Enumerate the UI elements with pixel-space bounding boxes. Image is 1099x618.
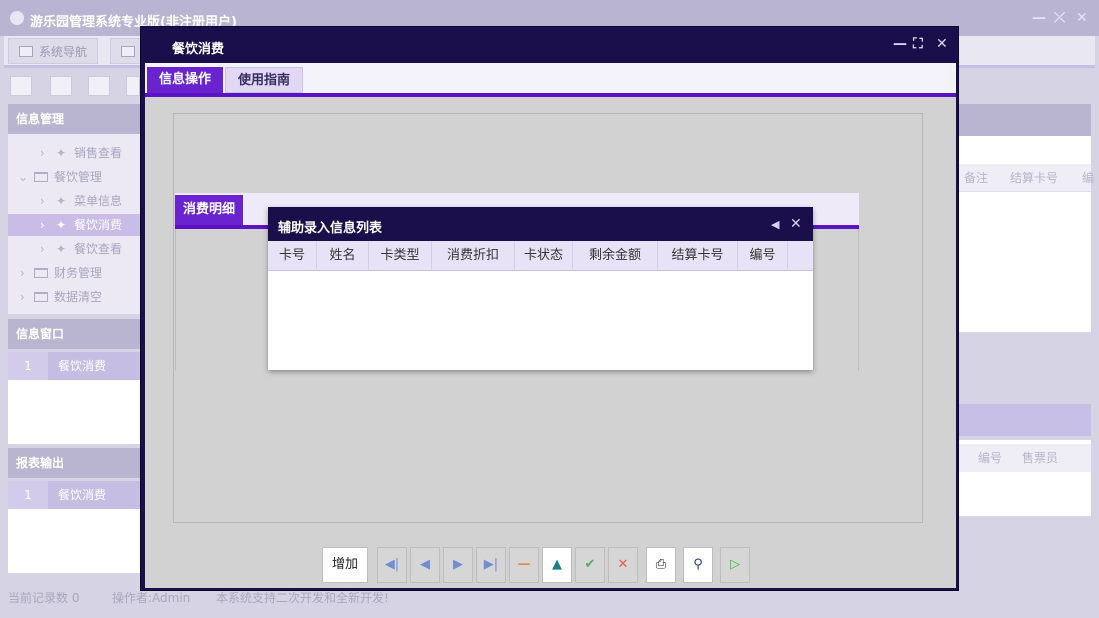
tree-item-catering-view[interactable]: › ✦ 餐饮查看 xyxy=(8,238,144,260)
list-icon[interactable] xyxy=(50,76,72,96)
minimize-icon[interactable]: — xyxy=(893,36,907,52)
column-card-status[interactable]: 卡状态 xyxy=(515,241,573,271)
folder-icon xyxy=(34,292,48,302)
tree-item-sales-view[interactable]: › ✦ 销售查看 xyxy=(8,142,144,164)
report-output-list: 1 餐饮消费 xyxy=(8,481,142,573)
run-icon[interactable]: ▷ xyxy=(720,547,750,583)
folder-icon xyxy=(34,172,48,182)
popup-titlebar: 辅助录入信息列表 ◀ ✕ xyxy=(268,207,813,241)
tab-user-guide[interactable]: 使用指南 xyxy=(225,67,304,93)
tab-info-operation[interactable]: 信息操作 xyxy=(147,67,224,93)
app-logo-icon xyxy=(10,11,24,25)
collapse-icon[interactable]: ◀ xyxy=(771,218,779,231)
tree-item-label: 财务管理 xyxy=(54,266,103,280)
tree-item-label: 餐饮消费 xyxy=(74,218,123,232)
user-icon[interactable] xyxy=(126,76,140,96)
save-icon[interactable]: ✔ xyxy=(575,547,605,583)
helper-input-list-popup: 辅助录入信息列表 ◀ ✕ 卡号 姓名 卡类型 消费折扣 卡状态 剩余金额 结算卡… xyxy=(268,207,813,370)
column-discount[interactable]: 消费折扣 xyxy=(432,241,515,271)
tree-item-catering-consumption[interactable]: › ✦ 餐饮消费 xyxy=(8,214,144,236)
row-label: 餐饮消费 xyxy=(58,488,107,502)
search-icon[interactable] xyxy=(10,76,32,96)
monitor-icon xyxy=(19,46,33,57)
row-label: 餐饮消费 xyxy=(58,359,107,373)
column-header: 编号 xyxy=(978,451,1003,465)
first-record-icon[interactable]: ◀| xyxy=(377,547,407,583)
tree-item-label: 数据清空 xyxy=(54,290,103,304)
maximize-icon[interactable]: ⛶ xyxy=(913,36,923,52)
tab-consumption-detail[interactable]: 消费明细 xyxy=(175,195,244,225)
tree-item-menu-info[interactable]: › ✦ 菜单信息 xyxy=(8,190,144,212)
panel-report-output-header[interactable]: 报表输出 xyxy=(8,448,144,478)
close-icon[interactable]: ✕ xyxy=(936,36,948,52)
previous-record-icon[interactable]: ◀ xyxy=(410,547,440,583)
dialog-tab-bar: 信息操作 使用指南 xyxy=(145,63,956,97)
panel-info-window-header[interactable]: 信息窗口 xyxy=(8,319,144,349)
column-header: 结算卡号 xyxy=(1010,171,1059,185)
right-panel-header-2 xyxy=(958,404,1091,436)
column-settlement-card[interactable]: 结算卡号 xyxy=(658,241,738,271)
status-notice: 本系统支持二次开发和全新开发! xyxy=(216,591,389,605)
tree-item-label: 餐饮管理 xyxy=(54,170,103,184)
close-icon[interactable]: ✕ xyxy=(790,216,802,232)
document-icon[interactable] xyxy=(88,76,110,96)
print-preview-icon[interactable]: ⚲ xyxy=(683,547,713,583)
tab-system-navigation[interactable]: 系统导航 xyxy=(8,38,99,64)
grid-icon xyxy=(121,46,135,57)
popup-table-header: 卡号 姓名 卡类型 消费折扣 卡状态 剩余金额 结算卡号 编号 xyxy=(268,241,813,271)
right-panel-header xyxy=(958,104,1091,136)
print-icon[interactable]: ⎙ xyxy=(646,547,676,583)
tree-item-finance-management[interactable]: › 财务管理 xyxy=(8,262,144,284)
record-count: 当前记录数 0 xyxy=(8,591,80,605)
tree-item-data-clear[interactable]: › 数据清空 xyxy=(8,286,144,308)
tree-item-label: 餐饮查看 xyxy=(74,242,123,256)
popup-table-body xyxy=(268,272,813,370)
edit-icon[interactable]: ▲ xyxy=(542,547,572,583)
row-number: 1 xyxy=(8,481,48,509)
tree-item-catering-management[interactable]: ⌄ 餐饮管理 xyxy=(8,166,144,188)
close-icon[interactable]: ✕ xyxy=(1076,10,1088,26)
row-number: 1 xyxy=(8,352,48,380)
navigation-tree: › ✦ 销售查看 ⌄ 餐饮管理 › ✦ 菜单信息 › ✦ 餐饮消费 › ✦ 餐饮查看 ›… xyxy=(8,134,144,314)
last-record-icon[interactable]: ▶| xyxy=(476,547,506,583)
dialog-title: 餐饮消费 xyxy=(172,42,225,57)
right-grid-2: 编号 售票员 xyxy=(958,440,1091,516)
restore-icon[interactable]: ⤫ xyxy=(1054,10,1065,26)
minimize-icon[interactable]: — xyxy=(1032,10,1046,26)
tree-item-label: 销售查看 xyxy=(74,146,123,160)
column-card-type[interactable]: 卡类型 xyxy=(369,241,432,271)
tree-item-label: 菜单信息 xyxy=(74,194,123,208)
popup-title: 辅助录入信息列表 xyxy=(278,221,383,236)
column-header: 售票员 xyxy=(1022,451,1059,465)
operator-name: 操作者:Admin xyxy=(112,591,191,605)
column-card-number[interactable]: 卡号 xyxy=(268,241,317,271)
list-item[interactable]: 1 餐饮消费 xyxy=(8,352,142,380)
add-button[interactable]: 增加 xyxy=(322,547,368,583)
tab-label: 系统导航 xyxy=(39,45,88,59)
right-grid-1: 备注 结算卡号 编 xyxy=(958,136,1095,332)
cancel-icon[interactable]: ✕ xyxy=(608,547,638,583)
info-window-list: 1 餐饮消费 xyxy=(8,352,142,444)
next-record-icon[interactable]: ▶ xyxy=(443,547,473,583)
list-item[interactable]: 1 餐饮消费 xyxy=(8,481,142,509)
column-name[interactable]: 姓名 xyxy=(317,241,369,271)
column-id[interactable]: 编号 xyxy=(738,241,788,271)
column-remaining-amount[interactable]: 剩余金额 xyxy=(573,241,658,271)
panel-info-management-header[interactable]: 信息管理 xyxy=(8,104,144,134)
status-bar: 当前记录数 0 操作者:Admin 本系统支持二次开发和全新开发! xyxy=(0,590,1099,616)
column-header: 编 xyxy=(1082,171,1095,185)
column-header: 备注 xyxy=(964,171,989,185)
folder-icon xyxy=(34,268,48,278)
app-toolbar xyxy=(4,72,144,100)
delete-icon[interactable]: — xyxy=(509,547,539,583)
